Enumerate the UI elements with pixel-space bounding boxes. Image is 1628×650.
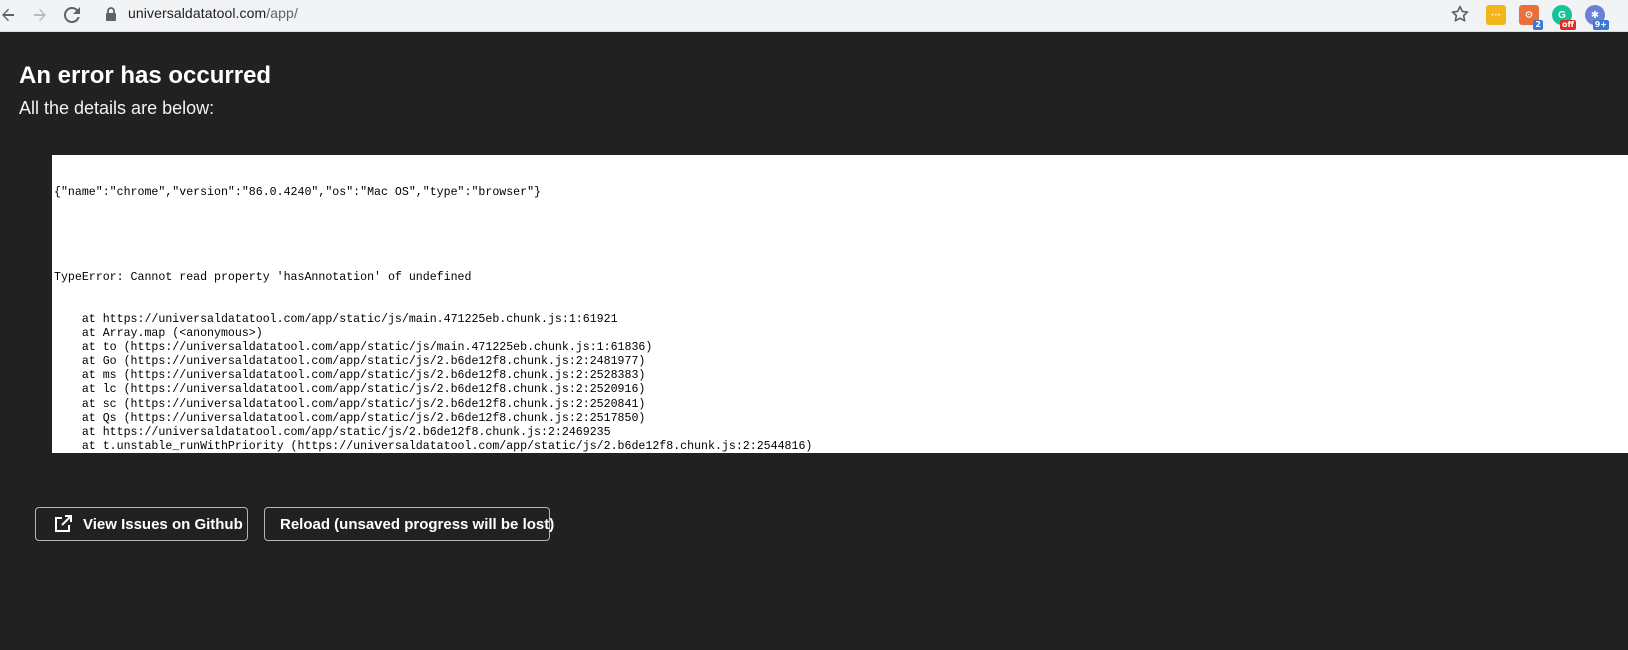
button-label: View Issues on Github bbox=[83, 515, 243, 533]
stack-frame: at https://universaldatatool.com/app/sta… bbox=[54, 425, 611, 439]
extension-badge: off bbox=[1560, 20, 1576, 30]
error-details-box: {"name":"chrome","version":"86.0.4240","… bbox=[52, 155, 1628, 453]
stack-frame: at lc (https://universaldatatool.com/app… bbox=[54, 383, 646, 397]
stack-trace: at https://universaldatatool.com/app/sta… bbox=[54, 313, 1628, 453]
view-issues-github-button[interactable]: View Issues on Github bbox=[35, 507, 248, 541]
back-button[interactable] bbox=[0, 3, 20, 27]
puzzle-extension-icon[interactable]: ✱ 9+ bbox=[1585, 5, 1609, 30]
stack-frame: at Go (https://universaldatatool.com/app… bbox=[54, 355, 646, 369]
extension-badge: 9+ bbox=[1592, 20, 1609, 30]
stack-frame: at Array.map (<anonymous>) bbox=[54, 327, 263, 341]
lock-icon bbox=[106, 7, 116, 21]
grammarly-extension-icon[interactable]: Goff bbox=[1552, 5, 1576, 30]
url-host: universaldatatool.com bbox=[128, 5, 267, 21]
external-link-icon bbox=[55, 515, 72, 532]
error-subtitle: All the details are below: bbox=[19, 98, 215, 118]
hubspot-extension-icon[interactable]: ⚙ 2 bbox=[1519, 5, 1543, 30]
arrow-left-icon bbox=[2, 8, 14, 22]
stack-frame: at https://universaldatatool.com/app/sta… bbox=[54, 312, 618, 326]
stack-frame: at Qs (https://universaldatatool.com/app… bbox=[54, 411, 646, 425]
bookmark-star-icon[interactable] bbox=[1450, 4, 1470, 24]
reload-icon bbox=[64, 7, 80, 23]
extension-badge: 2 bbox=[1533, 20, 1543, 30]
reload-button[interactable] bbox=[60, 3, 84, 27]
reload-page-button[interactable]: Reload (unsaved progress will be lost) bbox=[264, 507, 554, 541]
stack-frame: at t.unstable_runWithPriority (https://u… bbox=[54, 439, 813, 453]
address-bar[interactable] bbox=[94, 1, 1476, 29]
error-title: An error has occurred bbox=[19, 62, 272, 89]
url-path: /app/ bbox=[266, 5, 298, 21]
stack-frame: at ms (https://universaldatatool.com/app… bbox=[54, 369, 646, 383]
environment-line: {"name":"chrome","version":"86.0.4240","… bbox=[54, 186, 542, 200]
stack-frame: at sc (https://universaldatatool.com/app… bbox=[54, 397, 646, 411]
address-url[interactable]: universaldatatool.com/app/ bbox=[128, 5, 298, 21]
arrow-right-icon bbox=[34, 8, 46, 22]
button-label: Reload (unsaved progress will be lost) bbox=[280, 515, 555, 533]
error-message: TypeError: Cannot read property 'hasAnno… bbox=[54, 270, 472, 284]
notes-extension-icon[interactable]: ··· bbox=[1486, 5, 1506, 25]
browser-toolbar: universaldatatool.com/app/ ··· ⚙ 2 Goff ✱… bbox=[0, 0, 1628, 32]
forward-button[interactable] bbox=[28, 3, 52, 27]
stack-frame: at to (https://universaldatatool.com/app… bbox=[54, 341, 653, 355]
